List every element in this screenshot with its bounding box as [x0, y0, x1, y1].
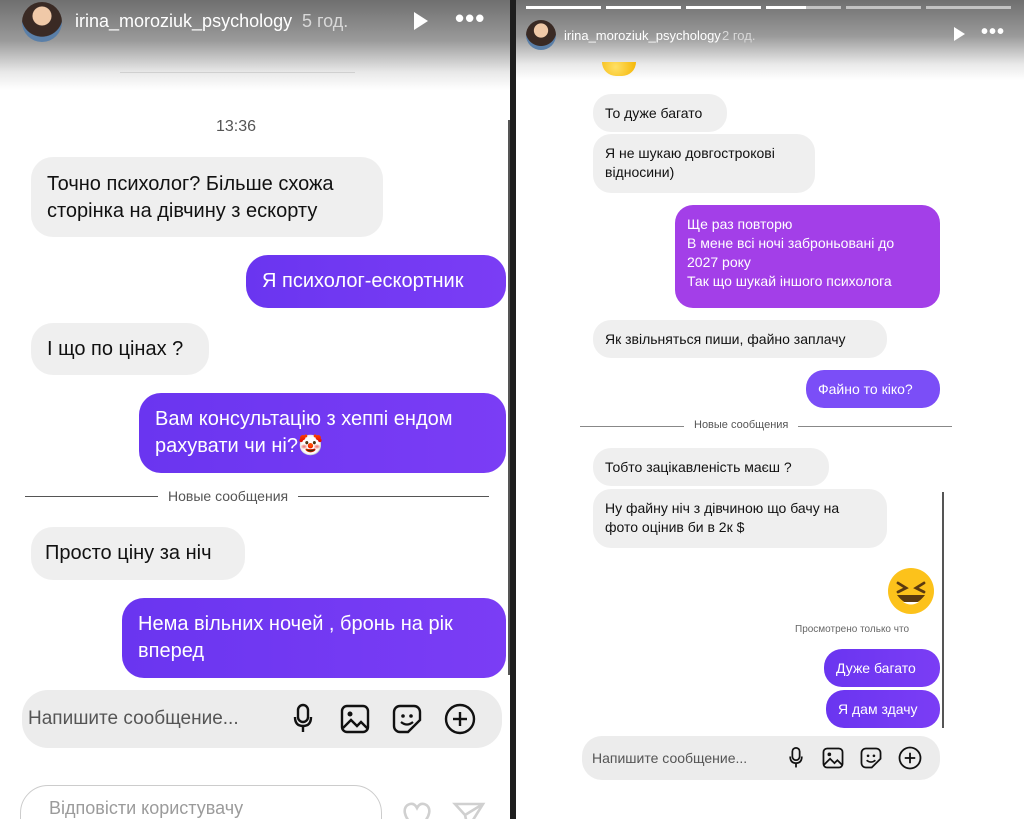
play-icon[interactable]	[954, 27, 965, 41]
message-outgoing[interactable]: Вам консультацію з хеппі ендом рахувати …	[139, 393, 506, 473]
scrollbar[interactable]	[942, 492, 944, 728]
sticker-icon[interactable]	[860, 747, 882, 769]
heart-icon[interactable]	[400, 800, 434, 819]
message-outgoing[interactable]: Ще раз повторю В мене всі ночі заброньов…	[675, 205, 940, 308]
image-icon[interactable]	[340, 704, 370, 734]
progress-segment	[926, 6, 1011, 9]
progress-segment	[806, 6, 841, 9]
separator-line	[120, 72, 355, 73]
post-time: 2 год.	[722, 28, 756, 43]
more-icon[interactable]: •••	[455, 3, 485, 34]
message-outgoing[interactable]: Я дам здачу	[826, 690, 940, 728]
play-icon[interactable]	[414, 12, 428, 30]
avatar[interactable]	[22, 2, 62, 42]
plus-icon[interactable]	[444, 703, 476, 735]
message-outgoing[interactable]: Я психолог-ескортник	[246, 255, 506, 308]
message-incoming[interactable]: Точно психолог? Більше схожа сторінка на…	[31, 157, 383, 237]
mic-icon[interactable]	[292, 703, 314, 735]
message-incoming[interactable]: Я не шукаю довгострокові відносини)	[593, 134, 815, 193]
message-incoming[interactable]: Ну файну ніч з дівчиною що бачу на фото …	[593, 489, 887, 548]
new-messages-label: Новые сообщения	[684, 419, 799, 431]
username[interactable]: irina_moroziuk_psychology	[75, 11, 292, 32]
message-incoming[interactable]: Просто ціну за ніч	[31, 527, 245, 580]
message-outgoing[interactable]: Дуже багато	[824, 649, 940, 687]
story-header: irina_moroziuk_psychology 5 год. •••	[0, 0, 510, 50]
message-outgoing[interactable]: Нема вільних ночей , бронь на рік вперед	[122, 598, 506, 678]
message-outgoing[interactable]: Файно то кіко?	[806, 370, 940, 408]
reply-placeholder: Відповісти користувачу	[49, 798, 244, 818]
story-header: irina_moroziuk_psychology 2 год. •••	[516, 16, 1024, 66]
progress-segment	[686, 6, 761, 9]
message-incoming[interactable]: Як звільняться пиши, файно заплачу	[593, 320, 887, 358]
avatar[interactable]	[526, 20, 556, 50]
composer-input[interactable]: Напишите сообщение...	[28, 708, 239, 730]
username[interactable]: irina_moroziuk_psychology	[564, 28, 721, 43]
seen-status: Просмотрено только что	[795, 624, 910, 635]
left-story-panel: irina_moroziuk_psychology 5 год. ••• 13:…	[0, 0, 510, 819]
plus-icon[interactable]	[898, 746, 922, 770]
right-story-panel: irina_moroziuk_psychology 2 год. ••• То …	[516, 0, 1024, 819]
message-incoming[interactable]: І що по цінах ?	[31, 323, 209, 375]
message-incoming[interactable]: То дуже багато	[593, 94, 727, 132]
message-composer[interactable]: Напишите сообщение...	[22, 690, 502, 748]
send-icon[interactable]	[452, 800, 486, 819]
mic-icon[interactable]	[788, 746, 804, 770]
post-time: 5 год.	[302, 11, 349, 31]
progress-segment	[606, 6, 681, 9]
message-line: В мене всі ночі заброньовані до 2027 рок…	[687, 234, 895, 270]
image-icon[interactable]	[822, 747, 844, 769]
laughing-emoji-icon	[888, 568, 934, 614]
message-incoming[interactable]: Тобто зацікавленість маєш ?	[593, 448, 829, 486]
new-messages-label: Новые сообщения	[158, 488, 299, 504]
reply-input[interactable]: Відповісти користувачу	[20, 785, 382, 819]
progress-segment	[766, 6, 806, 9]
progress-segment	[846, 6, 921, 9]
composer-input[interactable]: Напишите сообщение...	[592, 750, 747, 766]
message-composer[interactable]: Напишите сообщение...	[582, 736, 940, 780]
more-icon[interactable]: •••	[981, 21, 1005, 44]
message-line: Так що шукай іншого психолога	[687, 272, 892, 289]
message-line: Ще раз повторю	[687, 216, 793, 232]
sticker-icon[interactable]	[392, 704, 422, 734]
progress-segment	[526, 6, 601, 9]
message-timestamp: 13:36	[216, 118, 257, 135]
